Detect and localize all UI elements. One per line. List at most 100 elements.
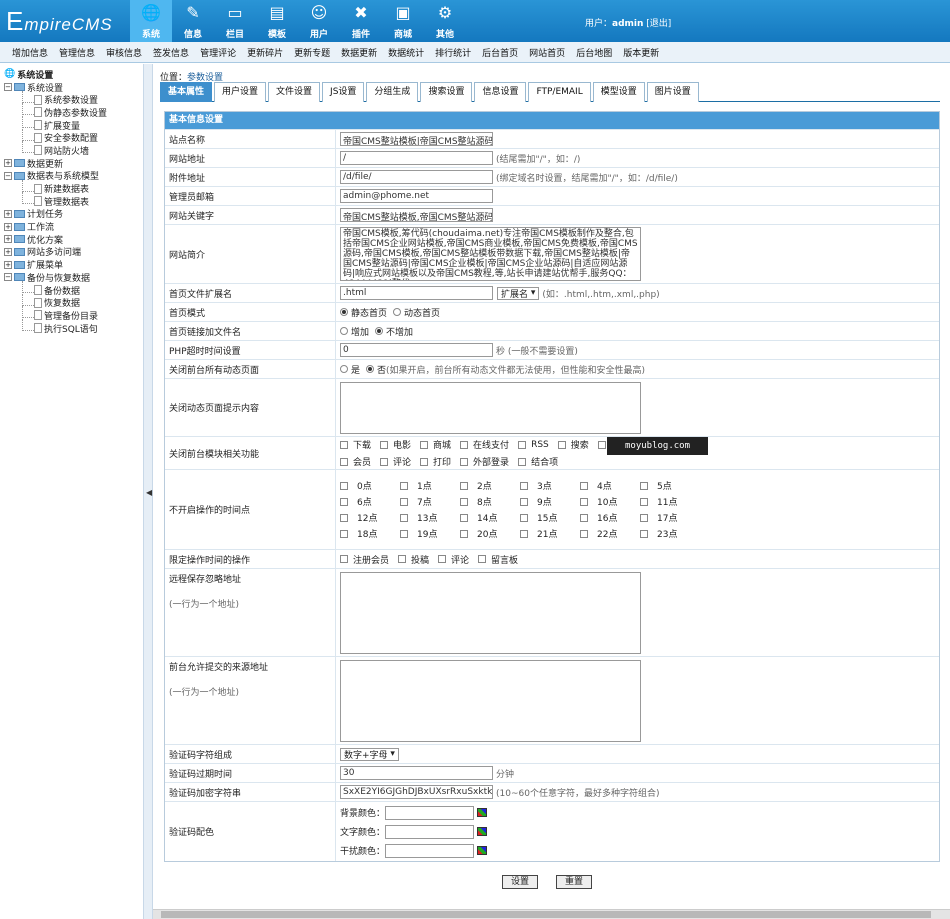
site-name-input[interactable]: 帝国CMS整站模板|帝国CMS整站源码|帝 [340,132,493,146]
checkbox[interactable] [340,481,348,490]
captcha-key-input[interactable]: SxXE2YI6GJGhDJBxUXsrRxuSxktkmR [340,785,493,799]
checkbox[interactable] [580,481,588,490]
tab-item[interactable]: 分组生成 [366,82,419,102]
checkbox[interactable] [380,440,389,449]
tab-item[interactable]: 用户设置 [214,82,267,102]
nav-gear[interactable]: ⚙ 其他 [424,0,466,42]
logout-link[interactable]: [退出] [646,19,671,29]
nav-user[interactable]: ☺ 用户 [298,0,340,42]
checkbox[interactable] [557,440,566,449]
checkbox[interactable] [640,481,648,490]
horizontal-scrollbar[interactable] [153,909,950,919]
checkbox[interactable] [518,457,527,466]
checkbox[interactable] [420,440,429,449]
radio-dynamic[interactable] [393,308,402,316]
checkbox[interactable] [640,497,648,506]
tree-group[interactable]: + 工作流 [4,220,143,233]
admin-email-input[interactable]: admin@phome.net [340,189,493,203]
tab-item[interactable]: 搜索设置 [420,82,473,102]
radio-no-add[interactable] [375,327,384,335]
tree-root[interactable]: 🌐 系统设置 [4,68,143,81]
reset-button[interactable]: 重置 [556,875,593,889]
checkbox[interactable] [340,440,348,449]
checkbox[interactable] [520,481,528,490]
checkbox[interactable] [460,529,468,538]
expand-toggle-icon[interactable]: − [4,273,12,282]
nav-document-edit[interactable]: ✎ 信息 [172,0,214,42]
ext-select[interactable]: 扩展名 ▾ [497,286,540,300]
checkbox[interactable] [580,497,588,506]
checkbox[interactable] [340,497,348,506]
expand-toggle-icon[interactable]: − [4,83,12,92]
checkbox[interactable] [460,497,468,506]
scrollbar-thumb[interactable] [161,911,931,918]
tab-item[interactable]: 基本属性 [160,82,213,102]
checkbox[interactable] [438,555,447,563]
tree-group[interactable]: + 优化方案 [4,233,143,246]
checkbox[interactable] [580,513,588,522]
sidebar-splitter[interactable]: ◀ [143,64,153,919]
close-msg-textarea[interactable] [340,381,641,434]
color-picker-icon[interactable] [477,808,487,817]
nav-shop[interactable]: ▣ 商城 [382,0,424,42]
checkbox[interactable] [460,481,468,490]
quick-nav-item[interactable]: 数据统计 [388,46,424,59]
allowed-sources-textarea[interactable] [340,660,641,742]
quick-nav-item[interactable]: 审核信息 [106,46,142,59]
expand-toggle-icon[interactable]: + [4,247,12,256]
quick-nav-item[interactable]: 更新专题 [294,46,330,59]
expand-toggle-icon[interactable]: + [4,159,12,168]
checkbox[interactable] [460,440,469,449]
quick-nav-item[interactable]: 更新碎片 [247,46,283,59]
checkbox[interactable] [520,529,528,538]
checkbox[interactable] [340,513,348,522]
checkbox[interactable] [400,497,408,506]
checkbox[interactable] [340,555,348,563]
tab-item[interactable]: 信息设置 [474,82,527,102]
tree-group[interactable]: + 计划任务 [4,208,143,220]
quick-nav-item[interactable]: 后台地图 [576,46,612,59]
tab-item[interactable]: JS设置 [322,82,365,102]
quick-nav-item[interactable]: 网站首页 [529,46,565,59]
quick-nav-item[interactable]: 签发信息 [153,46,189,59]
checkbox[interactable] [420,457,429,466]
nav-globe[interactable]: 🌐 系统 [130,0,172,42]
checkbox[interactable] [398,555,407,563]
tree-group[interactable]: + 网站多访问端 [4,246,143,258]
checkbox[interactable] [460,457,469,466]
expand-toggle-icon[interactable]: − [4,171,12,180]
checkbox[interactable] [520,497,528,506]
checkbox[interactable] [518,440,527,449]
tab-item[interactable]: FTP/EMAIL [528,82,591,102]
checkbox[interactable] [400,481,408,490]
expand-toggle-icon[interactable]: + [4,222,12,231]
radio-yes[interactable] [340,365,348,373]
expand-toggle-icon[interactable]: + [4,235,12,244]
quick-nav-item[interactable]: 排行统计 [435,46,471,59]
php-timeout-input[interactable]: 0 [340,343,493,357]
keywords-input[interactable]: 帝国CMS整站模板,帝国CMS整站源码,帝 [340,208,493,222]
checkbox[interactable] [460,513,468,522]
color-picker-icon[interactable] [477,846,487,855]
checkbox[interactable] [520,513,528,522]
quick-nav-item[interactable]: 数据更新 [341,46,377,59]
nav-tools[interactable]: ✖ 插件 [340,0,382,42]
radio-add[interactable] [340,327,348,335]
checkbox[interactable] [597,440,606,449]
nav-template[interactable]: ▤ 模板 [256,0,298,42]
checkbox[interactable] [580,529,588,538]
checkbox[interactable] [340,457,348,466]
quick-nav-item[interactable]: 管理信息 [59,46,95,59]
radio-no[interactable] [366,365,375,373]
noise-color-input[interactable] [385,843,474,858]
index-ext-input[interactable]: .html [340,286,493,300]
expand-toggle-icon[interactable]: + [4,209,12,218]
text-color-input[interactable] [385,824,474,839]
quick-nav-item[interactable]: 增加信息 [12,46,48,59]
captcha-expire-input[interactable]: 30 [340,766,493,780]
tree-item[interactable]: 管理数据表 [4,192,143,208]
quick-nav-item[interactable]: 后台首页 [482,46,518,59]
intro-textarea[interactable]: 帝国CMS模板,筹代码(choudaima.net)专注帝国CMS模板制作及整合… [340,227,641,281]
checkbox[interactable] [640,529,648,538]
tree-group[interactable]: + 数据更新 [4,157,143,170]
